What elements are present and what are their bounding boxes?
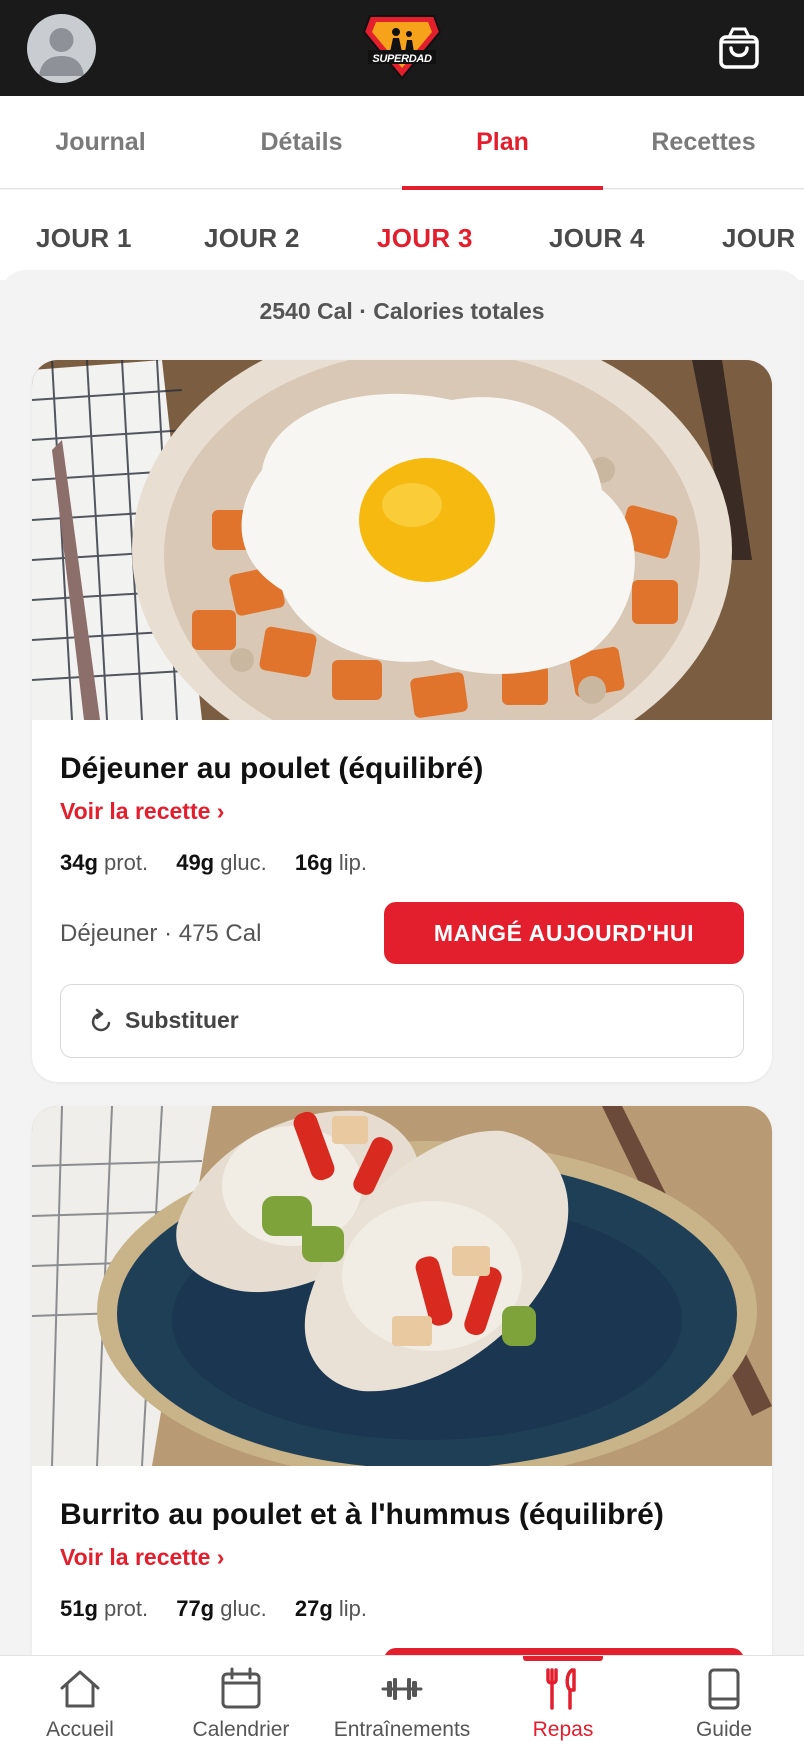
meal-card: Burrito au poulet et à l'hummus (équilib…: [32, 1106, 772, 1706]
shield-logo-icon: [362, 15, 442, 80]
shopping-bag-icon: [719, 27, 759, 69]
macro-fat: 16g lip.: [295, 850, 367, 876]
total-calories: 2540 Cal · Calories totales: [259, 298, 545, 324]
utensils-icon: [546, 1668, 576, 1710]
day-tab-3[interactable]: JOUR 3: [377, 190, 473, 280]
meal-photo-egg-bowl[interactable]: [32, 360, 772, 720]
nav-workouts[interactable]: Entraînements: [322, 1656, 482, 1748]
view-recipe-link[interactable]: Voir la recette ›: [60, 798, 224, 825]
calendar-icon: [221, 1667, 261, 1709]
protein-unit: prot.: [104, 1596, 149, 1621]
nav-home[interactable]: Accueil: [0, 1656, 160, 1748]
fat-unit: lip.: [338, 1596, 368, 1621]
meal-title: Déjeuner au poulet (équilibré): [60, 752, 484, 785]
nav-guide[interactable]: Guide: [644, 1656, 804, 1748]
avatar[interactable]: [27, 14, 96, 83]
cart-button[interactable]: [715, 24, 763, 72]
protein-value: 51g: [60, 1596, 98, 1621]
main-tabs: Journal Détails Plan Recettes: [0, 96, 804, 190]
day-tab-5[interactable]: JOUR: [722, 190, 795, 280]
top-bar: SUPERDAD: [0, 0, 804, 96]
tab-details[interactable]: Détails: [201, 96, 402, 189]
eaten-today-button[interactable]: MANGÉ AUJOURD'HUI: [384, 902, 744, 964]
protein-unit: prot.: [104, 850, 149, 875]
dumbbell-icon: [381, 1678, 423, 1700]
day-tab-4[interactable]: JOUR 4: [549, 190, 645, 280]
refresh-icon: [91, 1008, 111, 1032]
fat-unit: lip.: [338, 850, 368, 875]
tab-journal[interactable]: Journal: [0, 96, 201, 189]
macros: 51g prot. 77g gluc. 27g lip.: [60, 1596, 389, 1622]
macro-fat: 27g lip.: [295, 1596, 367, 1622]
tab-recipes[interactable]: Recettes: [603, 96, 804, 189]
fat-value: 16g: [294, 850, 333, 875]
nav-label: Guide: [695, 1718, 753, 1741]
logo-text: SUPERDAD: [372, 53, 432, 65]
meal-title: Burrito au poulet et à l'hummus (équilib…: [60, 1498, 664, 1531]
burrito-image: [32, 1106, 772, 1466]
egg-bowl-image: [32, 360, 772, 720]
substitute-button[interactable]: Substituer: [60, 984, 744, 1058]
macro-protein: 34g prot.: [60, 850, 148, 876]
carbs-value: 77g: [176, 1596, 215, 1621]
macros: 34g prot. 49g gluc. 16g lip.: [60, 850, 389, 876]
fat-value: 27g: [294, 1596, 333, 1621]
carbs-unit: gluc.: [220, 1596, 267, 1621]
macro-carbs: 77g gluc.: [176, 1596, 267, 1622]
view-recipe-link[interactable]: Voir la recette ›: [60, 1544, 224, 1571]
nav-calendar[interactable]: Calendrier: [161, 1656, 321, 1748]
superdad-logo: SUPERDAD: [362, 12, 442, 82]
day-tab-1[interactable]: JOUR 1: [36, 190, 132, 280]
tab-plan[interactable]: Plan: [402, 96, 603, 190]
meal-card: Déjeuner au poulet (équilibré) Voir la r…: [32, 360, 772, 1082]
home-icon: [60, 1670, 100, 1708]
macro-carbs: 49g gluc.: [176, 850, 267, 876]
book-icon: [708, 1668, 740, 1710]
carbs-unit: gluc.: [220, 850, 267, 875]
bottom-nav: Accueil Calendrier Entraînements Repas G…: [0, 1655, 804, 1748]
meal-photo-burrito[interactable]: [32, 1106, 772, 1466]
day-tabs: JOUR 1 JOUR 2 JOUR 3 JOUR 4 JOUR: [0, 190, 804, 280]
carbs-value: 49g: [176, 850, 215, 875]
macro-protein: 51g prot.: [60, 1596, 148, 1622]
day-tab-2[interactable]: JOUR 2: [204, 190, 300, 280]
user-icon: [39, 28, 84, 76]
substitute-label: Substituer: [125, 1007, 239, 1033]
protein-value: 34g: [60, 850, 98, 875]
nav-meals[interactable]: Repas: [483, 1656, 643, 1748]
meal-type-calories: Déjeuner · 475 Cal: [60, 920, 262, 947]
